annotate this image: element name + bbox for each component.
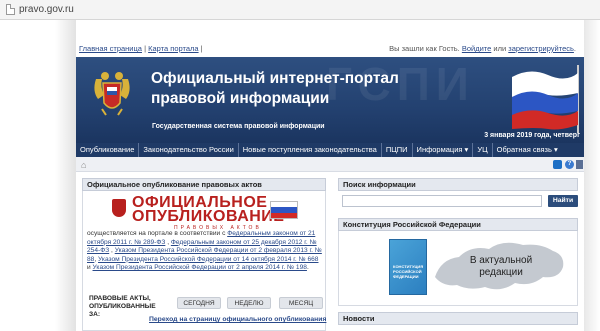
emblem-icon[interactable] bbox=[90, 69, 134, 119]
print-icon[interactable] bbox=[576, 160, 583, 169]
constitution-caption: В актуальной редакции bbox=[469, 255, 533, 278]
news-title: Новости bbox=[338, 312, 578, 325]
site: Главная страница | Карта портала | Вы за… bbox=[76, 20, 584, 331]
user-links: Вы зашли как Гость. Войдите или зарегист… bbox=[389, 44, 576, 53]
official-publication-panel: ОФИЦИАЛЬНОЕ ОПУБЛИКОВАНИЕ ПРАВОВЫХ АКТОВ… bbox=[82, 191, 326, 331]
nav-item-feedback[interactable]: Обратная связь ▾ bbox=[493, 143, 562, 157]
nav-item-information[interactable]: Информация ▾ bbox=[413, 143, 474, 157]
nav-item-pcpi[interactable]: ПЦПИ bbox=[382, 143, 413, 157]
search-title: Поиск информации bbox=[338, 178, 578, 191]
nav-item-legislation[interactable]: Законодательство России bbox=[139, 143, 239, 157]
constitution-panel[interactable]: КОНСТИТУЦИЯ РОССИЙСКОЙ ФЕДЕРАЦИИ В актуа… bbox=[338, 231, 578, 306]
separator: | bbox=[144, 44, 147, 53]
address-text: pravo.gov.ru bbox=[19, 4, 74, 15]
twitter-icon[interactable] bbox=[553, 160, 562, 169]
search-input[interactable] bbox=[342, 195, 542, 207]
official-publication-link[interactable]: Переход на страницу официального опублик… bbox=[149, 316, 326, 323]
nav-item-publication[interactable]: Опубликование bbox=[76, 143, 140, 157]
toolbar: ⌂ ? bbox=[76, 157, 584, 172]
login-link[interactable]: Войдите bbox=[462, 44, 491, 53]
flag-icon bbox=[512, 65, 579, 133]
register-link[interactable]: зарегистрируйтесь bbox=[508, 44, 574, 53]
description-text: осуществляется на портале в соответствии… bbox=[87, 230, 228, 237]
current-date: 3 января 2019 года, четверг bbox=[484, 132, 580, 139]
week-button[interactable]: НЕДЕЛЮ bbox=[227, 297, 271, 309]
month-button[interactable]: МЕСЯЦ bbox=[279, 297, 323, 309]
publication-description: осуществляется на портале в соответствии… bbox=[87, 230, 323, 273]
flag-icon bbox=[270, 201, 298, 219]
subtitle: Государственная система правовой информа… bbox=[152, 123, 325, 130]
title-line-2: правовой информации bbox=[151, 90, 330, 107]
top-links: Главная страница | Карта портала | bbox=[79, 44, 203, 53]
page-title: Официальный интернет-портал правовой инф… bbox=[151, 69, 411, 109]
today-button[interactable]: СЕГОДНЯ bbox=[177, 297, 221, 309]
nav-item-uc[interactable]: УЦ bbox=[473, 143, 493, 157]
separator: | bbox=[200, 44, 203, 53]
decree-link-668[interactable]: Указом Президента Российской Федерации о… bbox=[98, 256, 318, 263]
guest-text: Вы зашли как Гость. bbox=[389, 44, 460, 53]
book-title: КОНСТИТУЦИЯ РОССИЙСКОЙ ФЕДЕРАЦИИ bbox=[393, 264, 424, 279]
page-icon bbox=[6, 4, 15, 15]
or-text: или bbox=[493, 44, 507, 53]
official-publication-title: Официальное опубликование правовых актов bbox=[82, 178, 326, 191]
help-icon[interactable]: ? bbox=[565, 160, 574, 169]
home-icon[interactable]: ⌂ bbox=[81, 160, 86, 170]
site-map-link[interactable]: Карта портала bbox=[148, 44, 198, 53]
address-bar[interactable]: pravo.gov.ru bbox=[0, 0, 600, 20]
constitution-title: Конституция Российской Федерации bbox=[338, 218, 578, 231]
nav-item-new-arrivals[interactable]: Новые поступления законодательства bbox=[239, 143, 382, 157]
logo-line-2: ОПУБЛИКОВАНИЕ bbox=[132, 208, 285, 225]
header-banner: ГСПИ Официальный интернет-портал правово… bbox=[76, 57, 584, 143]
crest-icon bbox=[112, 199, 126, 217]
constitution-book[interactable]: КОНСТИТУЦИЯ РОССИЙСКОЙ ФЕДЕРАЦИИ bbox=[389, 239, 427, 295]
search-button[interactable]: Найти bbox=[548, 195, 578, 207]
right-gutter bbox=[584, 20, 600, 331]
official-publication-logo[interactable]: ОФИЦИАЛЬНОЕ ОПУБЛИКОВАНИЕ ПРАВОВЫХ АКТОВ bbox=[112, 194, 298, 231]
title-line-1: Официальный интернет-портал bbox=[151, 70, 399, 87]
period: . bbox=[306, 264, 309, 272]
decree-link-198[interactable]: Указом Президента Российской Федерации о… bbox=[93, 264, 307, 271]
period: . bbox=[573, 44, 576, 53]
left-gutter bbox=[0, 20, 76, 331]
home-link[interactable]: Главная страница bbox=[79, 44, 142, 53]
main-nav: Опубликование Законодательство России Но… bbox=[76, 143, 584, 157]
